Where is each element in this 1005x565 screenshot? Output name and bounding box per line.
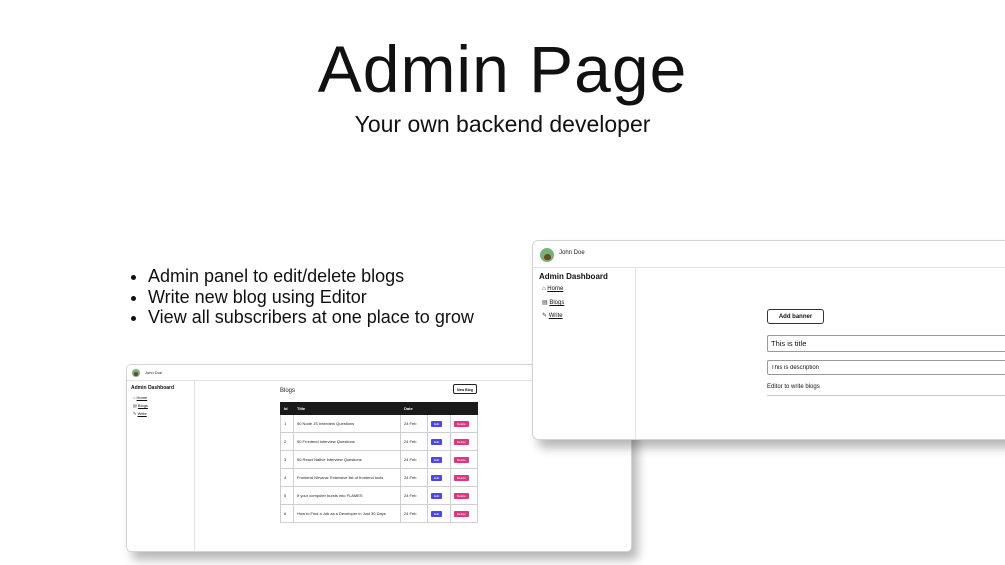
cell-title: 50 React Native Interview Questions: [293, 450, 401, 469]
add-banner-button[interactable]: Add banner: [767, 309, 824, 324]
cell-delete: Delete: [450, 486, 478, 505]
user-name: John Doe: [145, 370, 163, 375]
edit-button[interactable]: Edit: [431, 456, 443, 463]
feature-item: Write new blog using Editor: [148, 287, 474, 308]
cell-date: 24 Feb: [400, 450, 428, 469]
cell-delete: Delete: [450, 504, 478, 523]
hero-subtitle: Your own backend developer: [354, 111, 651, 137]
editor-window: John Doe Admin Dashboard ⌂ Home ▤ Blogs …: [532, 240, 1005, 440]
table-row: 1 50 Node JS Interview Questions 24 Feb …: [280, 414, 478, 433]
avatar[interactable]: [132, 369, 140, 377]
table-header-row: Id Title Date: [280, 402, 478, 415]
new-blog-button[interactable]: New Blog: [453, 384, 477, 394]
sidebar-item-label: Home: [547, 286, 564, 292]
cell-id: 1: [280, 414, 294, 433]
description-input[interactable]: [767, 360, 1005, 375]
topbar: John Doe: [533, 241, 1005, 268]
user-name: John Doe: [559, 250, 585, 256]
feature-item: View all subscribers at one place to gro…: [148, 307, 474, 328]
cell-title: How to Find a Job as a Developer in Just…: [293, 504, 401, 523]
sidebar-title: Admin Dashboard: [131, 385, 175, 391]
home-icon: ⌂: [542, 286, 546, 292]
column-header-date: Date: [400, 402, 428, 415]
cell-title: Frontend Nirvana: Extensive list of fron…: [293, 468, 401, 487]
table-row: 3 50 React Native Interview Questions 24…: [280, 450, 478, 469]
delete-button[interactable]: Delete: [454, 492, 469, 499]
cell-edit: Edit: [427, 414, 451, 433]
column-header-edit: [427, 402, 451, 415]
hero-title: Admin Page: [317, 32, 688, 106]
cell-title: 50 Node JS Interview Questions: [293, 414, 401, 433]
blogs-icon: ▤: [133, 403, 137, 408]
table-row: 4 Frontend Nirvana: Extensive list of fr…: [280, 468, 478, 487]
delete-button[interactable]: Delete: [454, 438, 469, 445]
sidebar-item-write[interactable]: ✎ Write: [133, 411, 147, 416]
table-row: 2 50 Frontend Interview Questions 24 Feb…: [280, 432, 478, 451]
edit-button[interactable]: Edit: [431, 474, 443, 481]
sidebar-item-label: Write: [137, 411, 147, 416]
sidebar-item-home[interactable]: ⌂ Home: [542, 286, 563, 292]
sidebar-item-label: Write: [548, 313, 563, 319]
sidebar-item-home[interactable]: ⌂ Home: [133, 395, 147, 400]
pencil-icon: ✎: [133, 411, 137, 416]
cell-date: 24 Feb: [400, 414, 428, 433]
cell-id: 5: [280, 486, 294, 505]
cell-id: 2: [280, 432, 294, 451]
cell-id: 6: [280, 504, 294, 523]
delete-button[interactable]: Delete: [454, 456, 469, 463]
column-header-title: Title: [293, 402, 401, 415]
sidebar-item-write[interactable]: ✎ Write: [542, 312, 563, 319]
cell-delete: Delete: [450, 414, 478, 433]
cell-delete: Delete: [450, 450, 478, 469]
cell-date: 24 Feb: [400, 504, 428, 523]
cell-title: If your computer bursts into FLAMES: [293, 486, 401, 505]
feature-list: Admin panel to edit/delete blogs Write n…: [130, 266, 474, 328]
delete-button[interactable]: Delete: [454, 474, 469, 481]
blog-editor[interactable]: Editor to write blogs: [767, 381, 1005, 396]
table-row: 6 How to Find a Job as a Developer in Ju…: [280, 504, 478, 523]
sidebar-item-blogs[interactable]: ▤ Blogs: [542, 299, 564, 306]
sidebar: [533, 268, 636, 439]
blogs-icon: ▤: [542, 300, 548, 306]
page-title: Blogs: [280, 388, 296, 394]
blogs-table: Id Title Date 1 50 Node JS Interview Que…: [280, 402, 478, 523]
cell-delete: Delete: [450, 432, 478, 451]
cell-id: 4: [280, 468, 294, 487]
edit-button[interactable]: Edit: [431, 438, 443, 445]
sidebar-item-label: Blogs: [549, 300, 565, 306]
edit-button[interactable]: Edit: [431, 420, 443, 427]
edit-button[interactable]: Edit: [431, 510, 443, 517]
cell-edit: Edit: [427, 504, 451, 523]
sidebar-item-label: Home: [136, 395, 148, 400]
cell-edit: Edit: [427, 468, 451, 487]
cell-delete: Delete: [450, 468, 478, 487]
title-input[interactable]: [767, 335, 1005, 352]
cell-edit: Edit: [427, 432, 451, 451]
delete-button[interactable]: Delete: [454, 510, 469, 517]
cell-date: 24 Feb: [400, 468, 428, 487]
edit-button[interactable]: Edit: [431, 492, 443, 499]
cell-title: 50 Frontend Interview Questions: [293, 432, 401, 451]
cell-date: 24 Feb: [400, 432, 428, 451]
column-header-id: Id: [280, 402, 294, 415]
cell-edit: Edit: [427, 486, 451, 505]
column-header-delete: [450, 402, 478, 415]
home-icon: ⌂: [133, 395, 136, 400]
avatar[interactable]: [540, 248, 554, 262]
cell-edit: Edit: [427, 450, 451, 469]
pencil-icon: ✎: [542, 313, 548, 319]
sidebar-title: Admin Dashboard: [539, 272, 608, 281]
cell-date: 24 Feb: [400, 486, 428, 505]
feature-item: Admin panel to edit/delete blogs: [148, 266, 474, 287]
sidebar-item-blogs[interactable]: ▤ Blogs: [133, 403, 148, 408]
cell-id: 3: [280, 450, 294, 469]
delete-button[interactable]: Delete: [454, 420, 469, 427]
sidebar-item-label: Blogs: [137, 403, 148, 408]
table-row: 5 If your computer bursts into FLAMES 24…: [280, 486, 478, 505]
